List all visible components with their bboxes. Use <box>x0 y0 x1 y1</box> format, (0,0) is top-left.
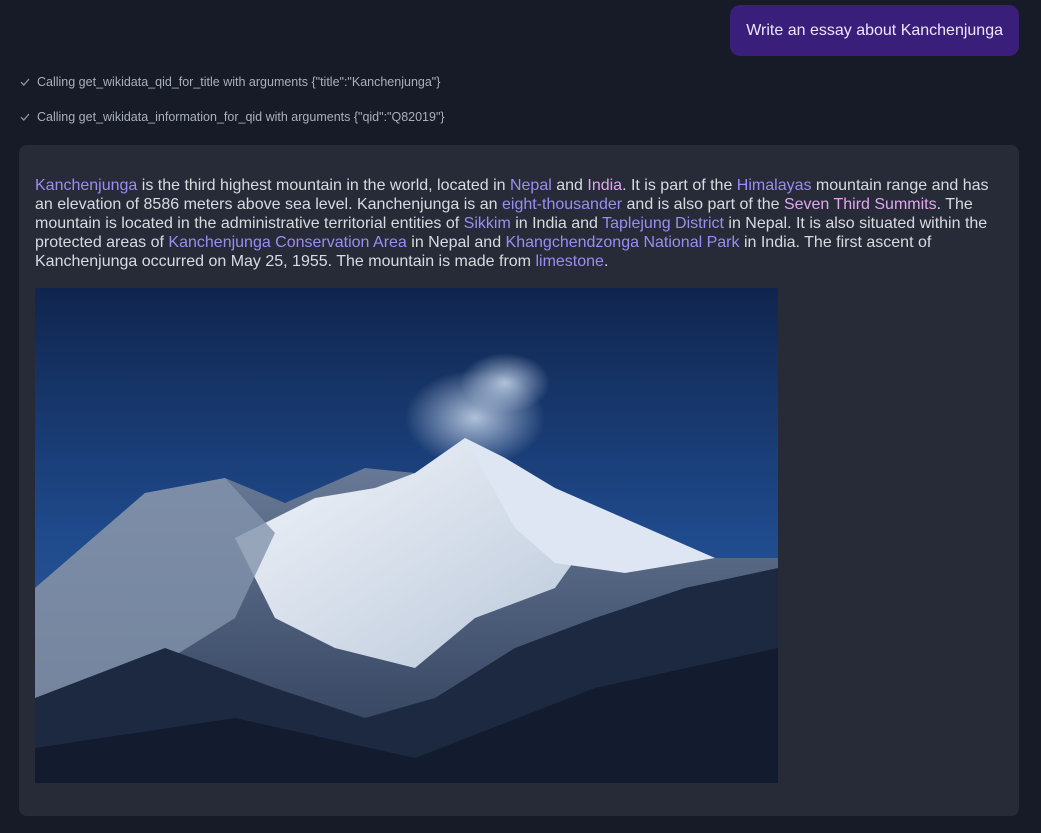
essay-text: in Nepal and <box>406 234 506 251</box>
tool-call-text: Calling get_wikidata_information_for_qid… <box>37 110 445 124</box>
essay-text: . <box>603 253 609 270</box>
assistant-response-card: Kanchenjunga is the third highest mounta… <box>19 145 1019 816</box>
essay-paragraph: Kanchenjunga is the third highest mounta… <box>35 176 995 271</box>
essay-link-limestone[interactable]: limestone <box>535 253 603 270</box>
tool-call-text: Calling get_wikidata_qid_for_title with … <box>37 75 441 89</box>
essay-link-taplejung-district[interactable]: Taplejung District <box>602 215 724 232</box>
essay-link-nepal[interactable]: Nepal <box>510 177 552 194</box>
essay-text: in India and <box>510 215 603 232</box>
essay-link-kanchenjunga[interactable]: Kanchenjunga <box>35 177 137 194</box>
essay-link-sikkim[interactable]: Sikkim <box>464 215 511 232</box>
check-icon <box>20 78 30 86</box>
tool-call-status: Calling get_wikidata_qid_for_title with … <box>20 75 440 89</box>
user-message-text: Write an essay about Kanchenjunga <box>746 21 1003 39</box>
essay-link-eight-thousander[interactable]: eight-thousander <box>502 196 622 213</box>
essay-link-himalayas[interactable]: Himalayas <box>737 177 812 194</box>
essay-text: . It is part of the <box>622 177 737 194</box>
essay-link-kanchenjunga-conservation-area[interactable]: Kanchenjunga Conservation Area <box>168 234 406 251</box>
essay-link-khangchendzonga-national-park[interactable]: Khangchendzonga National Park <box>506 234 740 251</box>
essay-text: and <box>551 177 588 194</box>
essay-text: is the third highest mountain in the wor… <box>137 177 510 194</box>
essay-link-india[interactable]: India <box>587 177 622 194</box>
kanchenjunga-photo <box>35 288 778 783</box>
chat-page: Write an essay about Kanchenjunga Callin… <box>0 0 1041 833</box>
user-message-bubble: Write an essay about Kanchenjunga <box>730 5 1019 56</box>
check-icon <box>20 113 30 121</box>
tool-call-status: Calling get_wikidata_information_for_qid… <box>20 110 445 124</box>
essay-text: and is also part of the <box>622 196 784 213</box>
essay-link-seven-third-summits[interactable]: Seven Third Summits <box>784 196 937 213</box>
